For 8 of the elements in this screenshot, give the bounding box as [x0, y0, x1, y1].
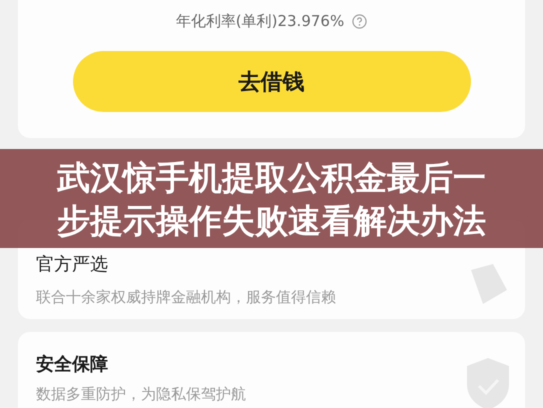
feature-title: 安全保障: [36, 353, 109, 376]
help-icon[interactable]: [352, 14, 368, 29]
headline: 武汉惊手机提取公积金最后一步提示操作失败速看解决办法: [56, 156, 487, 242]
feature-description: 联合十余家权威持牌金融机构，服务值得信赖: [36, 288, 336, 307]
borrow-button[interactable]: 去借钱: [72, 51, 470, 112]
feature-description: 数据多重防护，为隐私保驾护航: [36, 385, 246, 404]
feature-title: 官方严选: [36, 253, 109, 276]
rate-text: 年化利率(单利)23.976%: [176, 12, 344, 31]
